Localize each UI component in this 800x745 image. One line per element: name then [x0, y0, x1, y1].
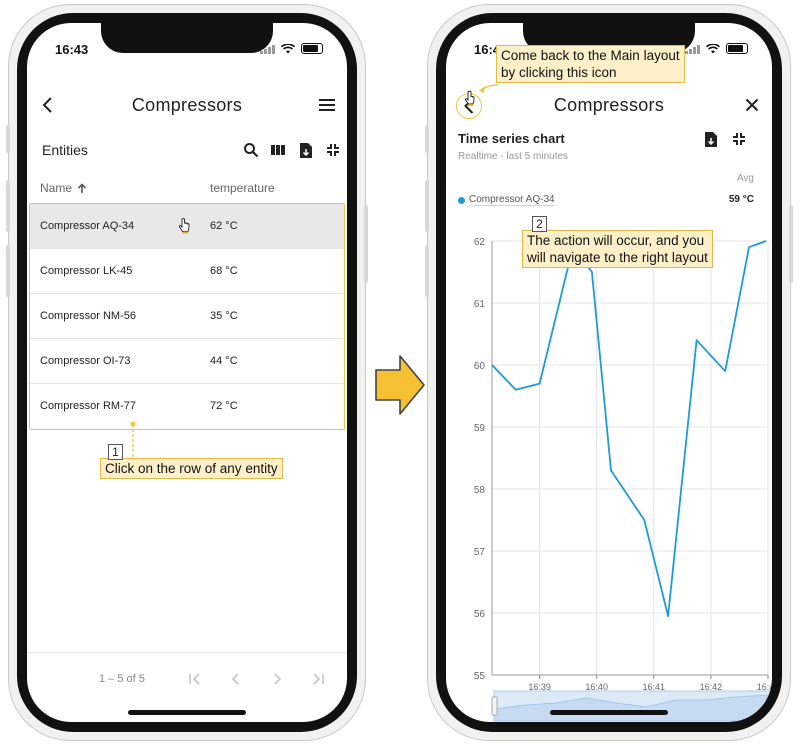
sort-up-icon [77, 182, 87, 193]
left-screen: 16:43 Compressors Entities Name temperat… [27, 23, 347, 722]
back-callout: Come back to the Main layout by clicking… [496, 45, 685, 83]
y-tick-label: 60 [474, 361, 486, 372]
close-icon[interactable] [740, 93, 764, 117]
temperature-column-header[interactable]: temperature [210, 181, 275, 195]
next-step-arrow-icon [375, 355, 425, 415]
navigator-right-handle[interactable] [766, 696, 772, 716]
y-tick-label: 58 [474, 485, 486, 496]
tutorial-canvas: 16:43 Compressors Entities Name temperat… [0, 0, 800, 745]
legend-dot [458, 197, 465, 204]
chart-legend[interactable]: Compressor AQ-34 59 °C [458, 193, 754, 209]
phone-side-button [6, 180, 10, 232]
callout-1-connector [130, 421, 136, 460]
phone-side-button [364, 205, 368, 283]
columns-icon[interactable] [266, 138, 290, 162]
card-title: Time series chart [458, 131, 565, 146]
phone-side-button [425, 180, 429, 232]
home-indicator [550, 710, 668, 715]
phone-side-button [789, 205, 793, 283]
legend-avg-value: 59 °C [728, 194, 754, 205]
battery-icon [301, 43, 323, 54]
table-row[interactable]: Compressor OI-73 44 °C [30, 339, 344, 384]
wifi-icon [706, 43, 720, 53]
wifi-icon [281, 43, 295, 53]
right-screen: 16:43 Compressors Time series chart Real… [446, 23, 772, 722]
name-column-header[interactable]: Name [40, 181, 87, 195]
step-1-callout: Click on the row of any entity [100, 458, 283, 479]
right-phone: 16:43 Compressors Time series chart Real… [425, 4, 793, 741]
y-tick-label: 55 [474, 671, 486, 682]
first-page-icon[interactable] [185, 669, 205, 689]
table-row[interactable]: Compressor AQ-34 62 °C [30, 204, 344, 249]
step-2-number: 2 [532, 216, 547, 232]
y-tick-label: 62 [474, 237, 486, 248]
phone-side-button [6, 245, 10, 297]
y-tick-label: 56 [474, 609, 486, 620]
table-row[interactable]: Compressor LK-45 68 °C [30, 249, 344, 294]
navigator-left-handle[interactable] [491, 696, 498, 716]
table-row[interactable]: Compressor RM-77 72 °C [30, 384, 344, 429]
hand-cursor-icon [178, 218, 190, 234]
series-line [491, 240, 767, 617]
fullscreen-exit-icon[interactable] [321, 138, 345, 162]
y-tick-label: 59 [474, 423, 486, 434]
legend-series-name: Compressor AQ-34 [469, 194, 555, 206]
export-icon[interactable] [699, 127, 723, 151]
card-subtitle: Realtime - last 5 minutes [458, 151, 569, 162]
page-range: 1 – 5 of 5 [99, 673, 145, 685]
home-indicator [128, 710, 246, 715]
time-series-chart: 5556575859606162 16:39 16:40 16:41 16:42 16:… [474, 237, 772, 722]
phone-side-button [6, 125, 10, 153]
phone-side-button [425, 125, 429, 153]
entities-table: Compressor AQ-34 62 °C Compressor LK-45 … [29, 203, 345, 430]
avg-label: Avg [736, 173, 754, 184]
search-icon[interactable] [239, 138, 263, 162]
export-icon[interactable] [294, 138, 318, 162]
step-1-number: 1 [108, 444, 123, 460]
phone-side-button [425, 245, 429, 297]
status-time: 16:43 [55, 42, 89, 57]
battery-icon [726, 43, 748, 54]
app-bar: Compressors [27, 85, 347, 125]
phone-notch [101, 23, 273, 53]
hand-cursor-icon [464, 90, 475, 105]
step-2-callout: The action will occur, and you will navi… [522, 230, 713, 268]
y-tick-label: 57 [474, 547, 486, 558]
y-tick-label: 61 [474, 299, 486, 310]
page-title: Compressors [131, 95, 243, 115]
menu-icon[interactable] [315, 93, 339, 117]
last-page-icon[interactable] [308, 669, 328, 689]
left-phone: 16:43 Compressors Entities Name temperat… [6, 4, 368, 741]
chart-navigator[interactable] [491, 690, 772, 722]
entities-toolbar: Entities [27, 133, 347, 167]
fullscreen-exit-icon[interactable] [727, 127, 751, 151]
back-callout-connector [464, 84, 499, 106]
chart-card-header: Time series chart Realtime - last 5 minu… [446, 131, 772, 176]
prev-page-icon[interactable] [226, 669, 246, 689]
table-row[interactable]: Compressor NM-56 35 °C [30, 294, 344, 339]
entities-label: Entities [42, 142, 88, 158]
table-header: Name temperature [27, 173, 347, 203]
next-page-icon[interactable] [267, 669, 287, 689]
